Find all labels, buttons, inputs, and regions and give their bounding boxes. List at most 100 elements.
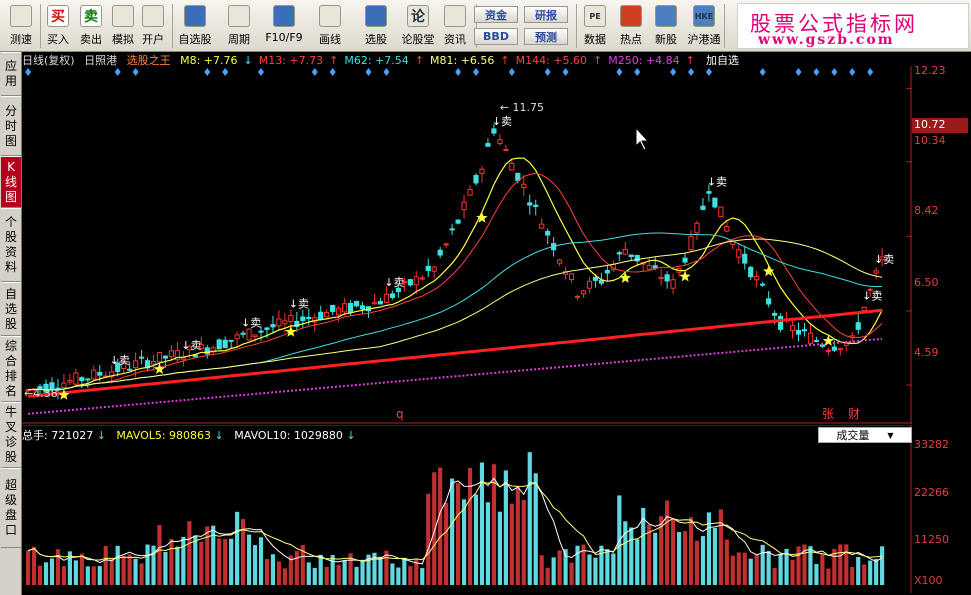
candle-body bbox=[407, 279, 413, 286]
volume-bar bbox=[778, 553, 783, 585]
volume-bar bbox=[557, 550, 562, 585]
stock-picker-button[interactable]: 选股 bbox=[356, 2, 396, 50]
toolbar-small-button-1[interactable]: BBD bbox=[474, 28, 518, 45]
volume-bar bbox=[157, 525, 162, 585]
volume-bar bbox=[79, 553, 84, 585]
left-tab-label: K线图 bbox=[4, 159, 17, 204]
volume-bar bbox=[868, 560, 873, 585]
signal-diamond bbox=[222, 68, 229, 76]
volume-bar bbox=[682, 531, 688, 585]
buy-star-icon bbox=[822, 335, 835, 346]
candle-body bbox=[545, 230, 551, 236]
left-tab-1[interactable]: 分时图 bbox=[1, 96, 21, 156]
buy-star-icon bbox=[58, 389, 70, 400]
volume-bar bbox=[587, 554, 592, 585]
candle-body bbox=[688, 235, 694, 251]
volume-bar bbox=[402, 557, 407, 585]
f10-button[interactable]: F10/F9 bbox=[262, 2, 306, 50]
sell-signal-label: ↓卖 bbox=[110, 354, 130, 367]
sell-icon: 卖 bbox=[80, 5, 102, 27]
left-tab-4[interactable]: 自选股 bbox=[1, 282, 21, 336]
candle-body bbox=[724, 226, 730, 232]
new-stock-button[interactable]: 新股 bbox=[650, 2, 682, 50]
volume-bar bbox=[533, 473, 538, 585]
left-tab-7[interactable]: 超级盘口 bbox=[1, 468, 21, 548]
signal-diamond bbox=[670, 68, 677, 76]
pencil-button[interactable]: 画线 bbox=[308, 2, 352, 50]
volume-bar bbox=[235, 511, 240, 585]
buy-button[interactable]: 买买入 bbox=[42, 2, 74, 50]
volume-bar bbox=[26, 550, 31, 585]
candle-body bbox=[539, 223, 545, 229]
sell-signal-label: ↓卖 bbox=[384, 276, 404, 289]
volume-bar bbox=[611, 553, 616, 585]
total-volume-label: 总手: 721027 bbox=[22, 429, 94, 442]
volume-bar bbox=[623, 521, 628, 585]
volume-bar bbox=[760, 544, 765, 585]
volume-bar bbox=[635, 539, 640, 585]
signal-diamond bbox=[258, 68, 265, 76]
volume-bar bbox=[874, 558, 879, 585]
volume-bar bbox=[336, 564, 341, 585]
period-clock-button[interactable]: 周期 bbox=[218, 2, 260, 50]
volume-bar bbox=[509, 503, 514, 585]
favorites-button[interactable]: 自选股 bbox=[174, 2, 216, 50]
speed-clock-button[interactable]: 测速 bbox=[2, 2, 40, 50]
left-tab-2[interactable]: K线图 bbox=[1, 156, 21, 208]
low-price-label: ←4.38 bbox=[24, 387, 58, 400]
volume-bar bbox=[360, 559, 365, 585]
toolbar-small-button-0[interactable]: 资金 bbox=[474, 6, 518, 23]
kline-chart[interactable]: ↓卖↓卖↓卖↓卖↓卖↓卖↓卖↓卖↓卖← 11.75←4.38q 张财 bbox=[22, 66, 912, 424]
f10-icon bbox=[273, 5, 295, 27]
volume-indicator-select[interactable]: 成交量 ▼ bbox=[818, 427, 912, 443]
volume-tick-label: 22266 bbox=[914, 486, 949, 499]
candle-body bbox=[127, 368, 133, 371]
candle-body bbox=[270, 324, 276, 328]
left-tab-5[interactable]: 综合排名 bbox=[1, 336, 21, 402]
price-tick-label: 12.23 bbox=[914, 64, 946, 77]
hot-button[interactable]: 热点 bbox=[614, 2, 648, 50]
candle-body bbox=[300, 316, 306, 322]
candle-body bbox=[228, 339, 234, 342]
toolbar-button-label: 买入 bbox=[47, 33, 69, 46]
candle-body bbox=[449, 228, 455, 231]
event-mark: 财 bbox=[848, 407, 860, 421]
toolbar-small-button-3[interactable]: 预测 bbox=[524, 28, 568, 45]
mavol5-line bbox=[27, 477, 883, 565]
volume-bar bbox=[97, 566, 102, 585]
candle-body bbox=[664, 274, 670, 282]
hammer-button[interactable]: 模拟 bbox=[108, 2, 138, 50]
candle-body bbox=[61, 382, 67, 389]
pe-data-button[interactable]: PE 数据 bbox=[578, 2, 612, 50]
volume-bar bbox=[461, 499, 467, 585]
ma62-line bbox=[28, 232, 883, 391]
volume-bar bbox=[31, 546, 37, 585]
candle-body bbox=[473, 175, 479, 184]
volume-bar bbox=[754, 554, 759, 585]
signal-diamond bbox=[132, 68, 139, 76]
price-tick-label: 6.50 bbox=[914, 276, 939, 289]
candle-body bbox=[455, 219, 461, 224]
news-button[interactable]: 资讯 bbox=[440, 2, 470, 50]
candle-body bbox=[760, 283, 766, 286]
toolbar-button-label: 画线 bbox=[319, 33, 341, 46]
lock-button[interactable]: 开户 bbox=[138, 2, 168, 50]
toolbar-small-button-2[interactable]: 研报 bbox=[524, 6, 568, 23]
candle-body bbox=[592, 276, 599, 281]
left-tab-6[interactable]: 牛叉诊股 bbox=[1, 402, 21, 468]
hk-connect-button[interactable]: HKE 沪港通 bbox=[684, 2, 724, 50]
sell-signal-label: ↓卖 bbox=[707, 175, 727, 188]
signal-diamond bbox=[795, 68, 802, 76]
sell-signal-label: ↓卖 bbox=[241, 316, 261, 329]
candle-body bbox=[73, 372, 79, 385]
volume-bar bbox=[73, 560, 78, 585]
forum-button[interactable]: 论论股堂 bbox=[398, 2, 438, 50]
signal-diamond bbox=[455, 68, 462, 76]
stock-picker-icon bbox=[365, 5, 387, 27]
left-tab-0[interactable]: 应用 bbox=[1, 52, 21, 96]
left-tab-3[interactable]: 个股资料 bbox=[1, 208, 21, 282]
sell-button[interactable]: 卖卖出 bbox=[76, 2, 106, 50]
volume-chart[interactable] bbox=[22, 425, 912, 593]
candle-body bbox=[216, 339, 222, 350]
volume-bar bbox=[796, 546, 801, 585]
